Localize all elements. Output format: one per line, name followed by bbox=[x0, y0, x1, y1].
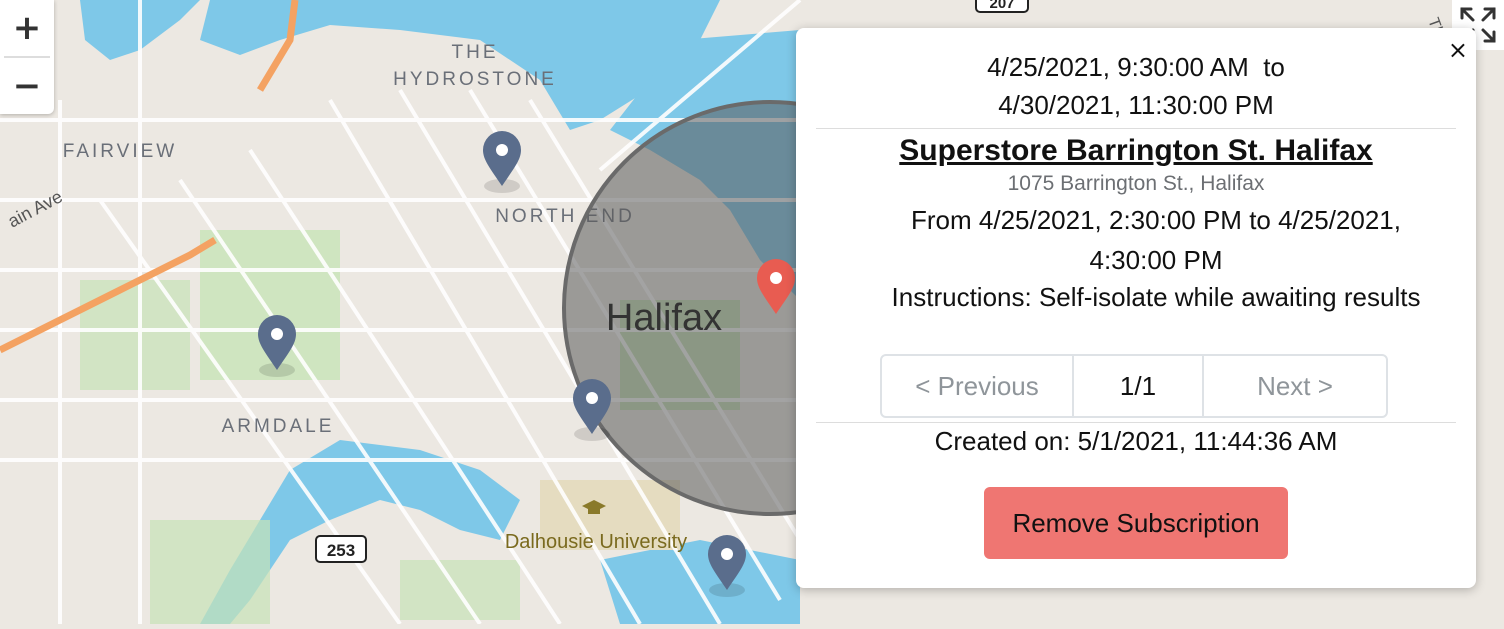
svg-text:253: 253 bbox=[327, 541, 355, 560]
divider bbox=[816, 128, 1456, 129]
park bbox=[80, 280, 190, 390]
location-marker[interactable] bbox=[258, 315, 296, 377]
remove-subscription-button[interactable]: Remove Subscription bbox=[984, 487, 1288, 559]
park bbox=[400, 560, 520, 620]
range-start: 4/25/2021, 9:30:00 AM to bbox=[987, 52, 1285, 82]
range-end: 4/30/2021, 11:30:00 PM bbox=[998, 90, 1274, 120]
zoom-in-button[interactable]: + bbox=[0, 0, 54, 56]
zoom-out-button[interactable]: − bbox=[0, 58, 54, 114]
route-shield-253: 253 bbox=[315, 535, 367, 563]
location-marker[interactable] bbox=[573, 379, 611, 441]
park bbox=[150, 520, 270, 624]
exposure-time-line2: 4:30:00 PM bbox=[1089, 245, 1223, 275]
subscription-date-range: 4/25/2021, 9:30:00 AM to 4/30/2021, 11:3… bbox=[816, 48, 1456, 124]
exposure-time-line1: From 4/25/2021, 2:30:00 PM to 4/25/2021, bbox=[911, 205, 1401, 235]
location-address: 1075 Barrington St., Halifax bbox=[1007, 172, 1265, 195]
page-indicator: 1/1 bbox=[1072, 356, 1204, 416]
label-hydrostone: HYDROSTONE bbox=[393, 69, 557, 90]
label-fairview: FAIRVIEW bbox=[63, 141, 177, 162]
svg-text:207: 207 bbox=[989, 0, 1014, 12]
exposure-time: From 4/25/2021, 2:30:00 PM to 4/25/2021,… bbox=[856, 200, 1456, 280]
label-the: THE bbox=[452, 42, 499, 63]
exposure-popup: × 4/25/2021, 9:30:00 AM to 4/30/2021, 11… bbox=[796, 28, 1476, 588]
location-marker[interactable] bbox=[483, 131, 521, 193]
label-dalhousie: Dalhousie University bbox=[505, 531, 687, 553]
created-timestamp: Created on: 5/1/2021, 11:44:36 AM bbox=[934, 426, 1338, 456]
label-halifax: Halifax bbox=[606, 297, 722, 339]
label-armdale: ARMDALE bbox=[222, 416, 335, 437]
location-marker[interactable] bbox=[708, 535, 746, 597]
route-shield-207: 207 bbox=[975, 0, 1029, 13]
pagination: < Previous 1/1 Next > bbox=[880, 354, 1388, 418]
zoom-control: + − bbox=[0, 0, 54, 114]
divider bbox=[816, 422, 1456, 423]
instructions-text: Instructions: Self-isolate while awaitin… bbox=[891, 282, 1421, 312]
previous-button[interactable]: < Previous bbox=[882, 356, 1072, 416]
location-name-link[interactable]: Superstore Barrington St. Halifax bbox=[816, 134, 1456, 168]
next-button[interactable]: Next > bbox=[1204, 356, 1386, 416]
